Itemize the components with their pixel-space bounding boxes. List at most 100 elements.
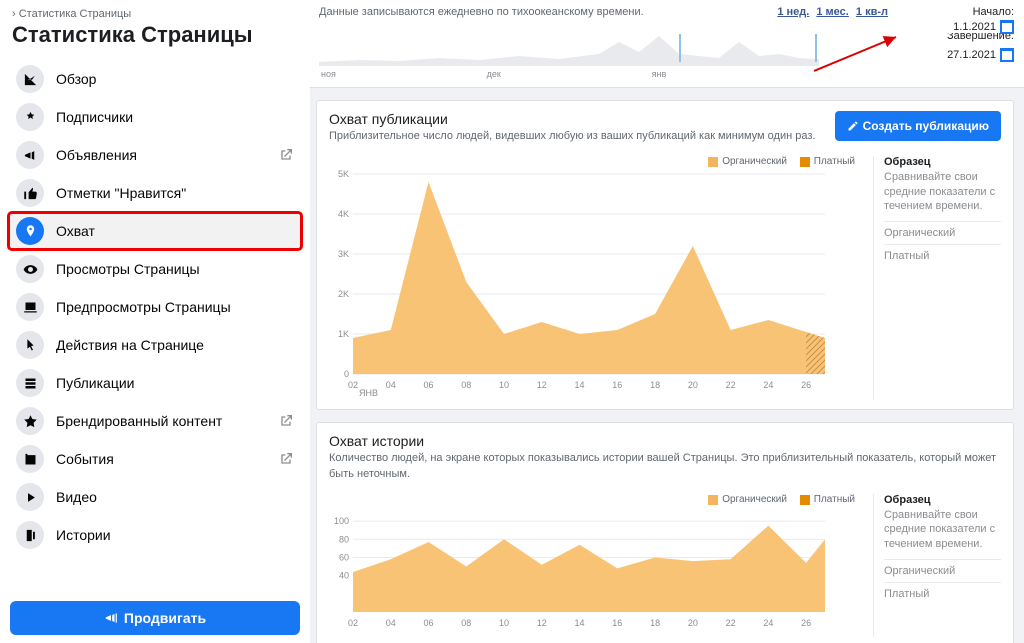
svg-text:2K: 2K xyxy=(338,289,349,299)
post-reach-subtitle: Приблизительное число людей, видевших лю… xyxy=(329,129,835,144)
svg-text:5K: 5K xyxy=(338,169,349,179)
range-1m[interactable]: 1 мес. xyxy=(816,6,848,18)
svg-text:12: 12 xyxy=(537,618,547,628)
sidebar-item-label: Просмотры Страницы xyxy=(56,261,200,277)
sidebar-item-reach[interactable]: Охват xyxy=(8,212,302,250)
sidebar-item-label: Отметки "Нравится" xyxy=(56,185,186,201)
svg-text:20: 20 xyxy=(688,380,698,390)
sidebar-item-followers[interactable]: Подписчики xyxy=(8,98,302,136)
likes-icon xyxy=(16,179,44,207)
page-title: Статистика Страницы xyxy=(0,22,310,60)
sidebar-item-views[interactable]: Просмотры Страницы xyxy=(8,250,302,288)
external-link-icon xyxy=(278,147,294,163)
main-content: Данные записываются ежедневно по тихооке… xyxy=(310,0,1024,643)
svg-text:22: 22 xyxy=(726,618,736,628)
svg-text:100: 100 xyxy=(334,516,349,526)
svg-text:60: 60 xyxy=(339,553,349,563)
overview-sparkline xyxy=(319,28,819,66)
sidebar-item-previews[interactable]: Предпросмотры Страницы xyxy=(8,288,302,326)
range-1w[interactable]: 1 нед. xyxy=(777,6,809,18)
breadcrumb: › Статистика Страницы xyxy=(0,8,310,22)
story-reach-title: Охват истории xyxy=(329,433,1001,449)
svg-text:0: 0 xyxy=(344,369,349,379)
svg-text:40: 40 xyxy=(339,571,349,581)
svg-text:18: 18 xyxy=(650,380,660,390)
sidebar-item-posts[interactable]: Публикации xyxy=(8,364,302,402)
svg-text:ЯНВ: ЯНВ xyxy=(359,388,378,398)
date-range-panel: Данные записываются ежедневно по тихооке… xyxy=(310,0,1024,88)
create-post-button[interactable]: Создать публикацию xyxy=(835,111,1001,141)
sample-organic-row[interactable]: Органический xyxy=(884,559,1001,582)
sample-panel: Образец Сравнивайте свои средние показат… xyxy=(873,494,1001,637)
start-date-input[interactable] xyxy=(932,21,996,33)
sample-paid-row[interactable]: Платный xyxy=(884,582,1001,605)
date-quick-links: 1 нед. 1 мес. 1 кв-л xyxy=(777,6,892,18)
branded-icon xyxy=(16,407,44,435)
previews-icon xyxy=(16,293,44,321)
sidebar-item-label: Истории xyxy=(56,527,111,543)
svg-text:16: 16 xyxy=(612,380,622,390)
sidebar-item-label: Публикации xyxy=(56,375,134,391)
sidebar-item-label: Подписчики xyxy=(56,109,133,125)
posts-icon xyxy=(16,369,44,397)
svg-text:26: 26 xyxy=(801,380,811,390)
actions-icon xyxy=(16,331,44,359)
svg-text:14: 14 xyxy=(575,380,585,390)
svg-text:06: 06 xyxy=(424,380,434,390)
annotation-arrow-icon xyxy=(814,33,904,73)
svg-text:1K: 1K xyxy=(338,329,349,339)
range-1q[interactable]: 1 кв-л xyxy=(856,6,888,18)
reach-icon xyxy=(16,217,44,245)
svg-text:08: 08 xyxy=(461,618,471,628)
sample-paid-row[interactable]: Платный xyxy=(884,244,1001,267)
svg-text:02: 02 xyxy=(348,618,358,628)
calendar-icon[interactable] xyxy=(1000,48,1014,62)
stories-icon xyxy=(16,521,44,549)
story-reach-subtitle: Количество людей, на экране которых пока… xyxy=(329,451,1001,482)
sidebar-item-label: События xyxy=(56,451,114,467)
svg-text:24: 24 xyxy=(763,618,773,628)
svg-text:80: 80 xyxy=(339,534,349,544)
sidebar-item-actions[interactable]: Действия на Странице xyxy=(8,326,302,364)
sidebar-item-overview[interactable]: Обзор xyxy=(8,60,302,98)
svg-text:08: 08 xyxy=(461,380,471,390)
sidebar-item-likes[interactable]: Отметки "Нравится" xyxy=(8,174,302,212)
events-icon xyxy=(16,445,44,473)
followers-icon xyxy=(16,103,44,131)
promote-button[interactable]: Продвигать xyxy=(10,601,300,635)
post-reach-card: Охват публикации Приблизительное число л… xyxy=(316,100,1014,410)
end-date-input[interactable] xyxy=(932,49,996,61)
sidebar: › Статистика Страницы Статистика Страниц… xyxy=(0,0,310,643)
ads-icon xyxy=(16,141,44,169)
sidebar-item-ads[interactable]: Объявления xyxy=(8,136,302,174)
sidebar-item-label: Охват xyxy=(56,223,95,239)
story-reach-chart: 40608010002040608101214161820222426 xyxy=(321,494,831,634)
sidebar-item-stories[interactable]: Истории xyxy=(8,516,302,554)
svg-text:14: 14 xyxy=(575,618,585,628)
sample-panel: Образец Сравнивайте свои средние показат… xyxy=(873,156,1001,399)
video-icon xyxy=(16,483,44,511)
views-icon xyxy=(16,255,44,283)
sidebar-item-video[interactable]: Видео xyxy=(8,478,302,516)
sidebar-item-events[interactable]: События xyxy=(8,440,302,478)
start-label: Начало: xyxy=(947,6,1014,18)
svg-text:12: 12 xyxy=(537,380,547,390)
overview-icon xyxy=(16,65,44,93)
svg-text:3K: 3K xyxy=(338,249,349,259)
calendar-icon[interactable] xyxy=(1000,20,1014,34)
svg-text:24: 24 xyxy=(763,380,773,390)
chart-legend: Органический Платный xyxy=(698,494,855,508)
sidebar-item-label: Брендированный контент xyxy=(56,413,222,429)
svg-text:26: 26 xyxy=(801,618,811,628)
svg-text:10: 10 xyxy=(499,380,509,390)
sidebar-nav: Обзор Подписчики Объявления Отметки "Нравит… xyxy=(0,60,310,593)
external-link-icon xyxy=(278,451,294,467)
sidebar-item-branded[interactable]: Брендированный контент xyxy=(8,402,302,440)
svg-text:20: 20 xyxy=(688,618,698,628)
promote-label: Продвигать xyxy=(124,610,206,626)
sidebar-item-label: Действия на Странице xyxy=(56,337,204,353)
post-reach-chart: 01K2K3K4K5K02040608101214161820222426ЯНВ xyxy=(321,156,831,396)
svg-text:04: 04 xyxy=(386,380,396,390)
sample-organic-row[interactable]: Органический xyxy=(884,221,1001,244)
sidebar-item-label: Предпросмотры Страницы xyxy=(56,299,231,315)
